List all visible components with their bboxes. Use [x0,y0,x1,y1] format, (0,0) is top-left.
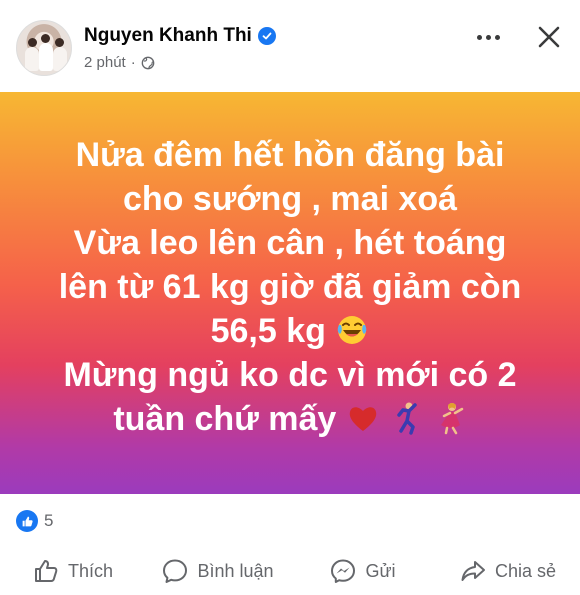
author-name[interactable]: Nguyen Khanh Thi [84,25,252,47]
laughing-tears-emoji [338,316,367,345]
verified-badge-icon [257,27,276,45]
globe-icon[interactable] [141,56,155,70]
more-options-button[interactable] [472,30,504,44]
like-button-label: Thích [67,560,114,581]
post-text-line: Vừa leo lên cân , hét toáng [73,224,507,262]
share-icon [461,561,485,581]
dot-icon [485,34,491,40]
dot-icon [494,34,500,40]
dot-icon [476,34,482,40]
reaction-count: 5 [44,511,54,530]
post-text-line: 56,5 kg [210,312,326,350]
post-text-line: lên từ 61 kg giờ đã giảm còn [58,268,522,306]
post-text-line: Nửa đêm hết hồn đăng bài [75,136,505,174]
post-action-bar: Thích Bình luận Gửi Chia sẻ [0,548,580,594]
avatar-figure [53,47,67,71]
thumbs-up-icon [34,560,58,582]
like-icon [16,510,38,532]
reaction-summary[interactable]: 5 [16,510,53,532]
post-timestamp[interactable]: 2 phút [84,54,126,71]
man-dancing-emoji [397,402,417,435]
avatar-head [28,38,37,47]
messenger-icon [331,559,356,583]
avatar-figure [25,47,39,71]
like-button[interactable]: Thích [0,548,145,594]
woman-dancing-emoji [440,403,463,435]
send-button-label: Gửi [365,560,396,581]
avatar-head [55,38,64,47]
post-text-line: Mừng ngủ ko dc vì mới có 2 [63,356,517,394]
share-button-label: Chia sẻ [494,560,557,581]
post-text-line-with-emoji: 56,5 kg [0,309,580,353]
author-avatar[interactable] [16,20,72,76]
avatar-head [41,34,50,43]
close-icon[interactable] [536,24,562,50]
send-button[interactable]: Gửi [290,548,435,594]
post-header: Nguyen Khanh Thi 2 phút · [0,0,580,86]
comment-button-label: Bình luận [197,560,274,581]
post-text-line: cho sướng , mai xoá [122,180,458,218]
share-button[interactable]: Chia sẻ [435,548,580,594]
comment-button[interactable]: Bình luận [145,548,290,594]
post-meta: 2 phút · [84,54,155,71]
post-text-line: tuần chứ mấy [113,400,337,438]
post-text-line-with-emoji: tuần chứ mấy [0,397,580,441]
post-body: Nửa đêm hết hồn đăng bài cho sướng , mai… [0,133,580,441]
avatar-figure [39,43,53,71]
red-heart-emoji [349,407,377,432]
author-row: Nguyen Khanh Thi [84,25,276,47]
meta-separator: · [130,54,136,71]
comment-icon [163,559,188,583]
